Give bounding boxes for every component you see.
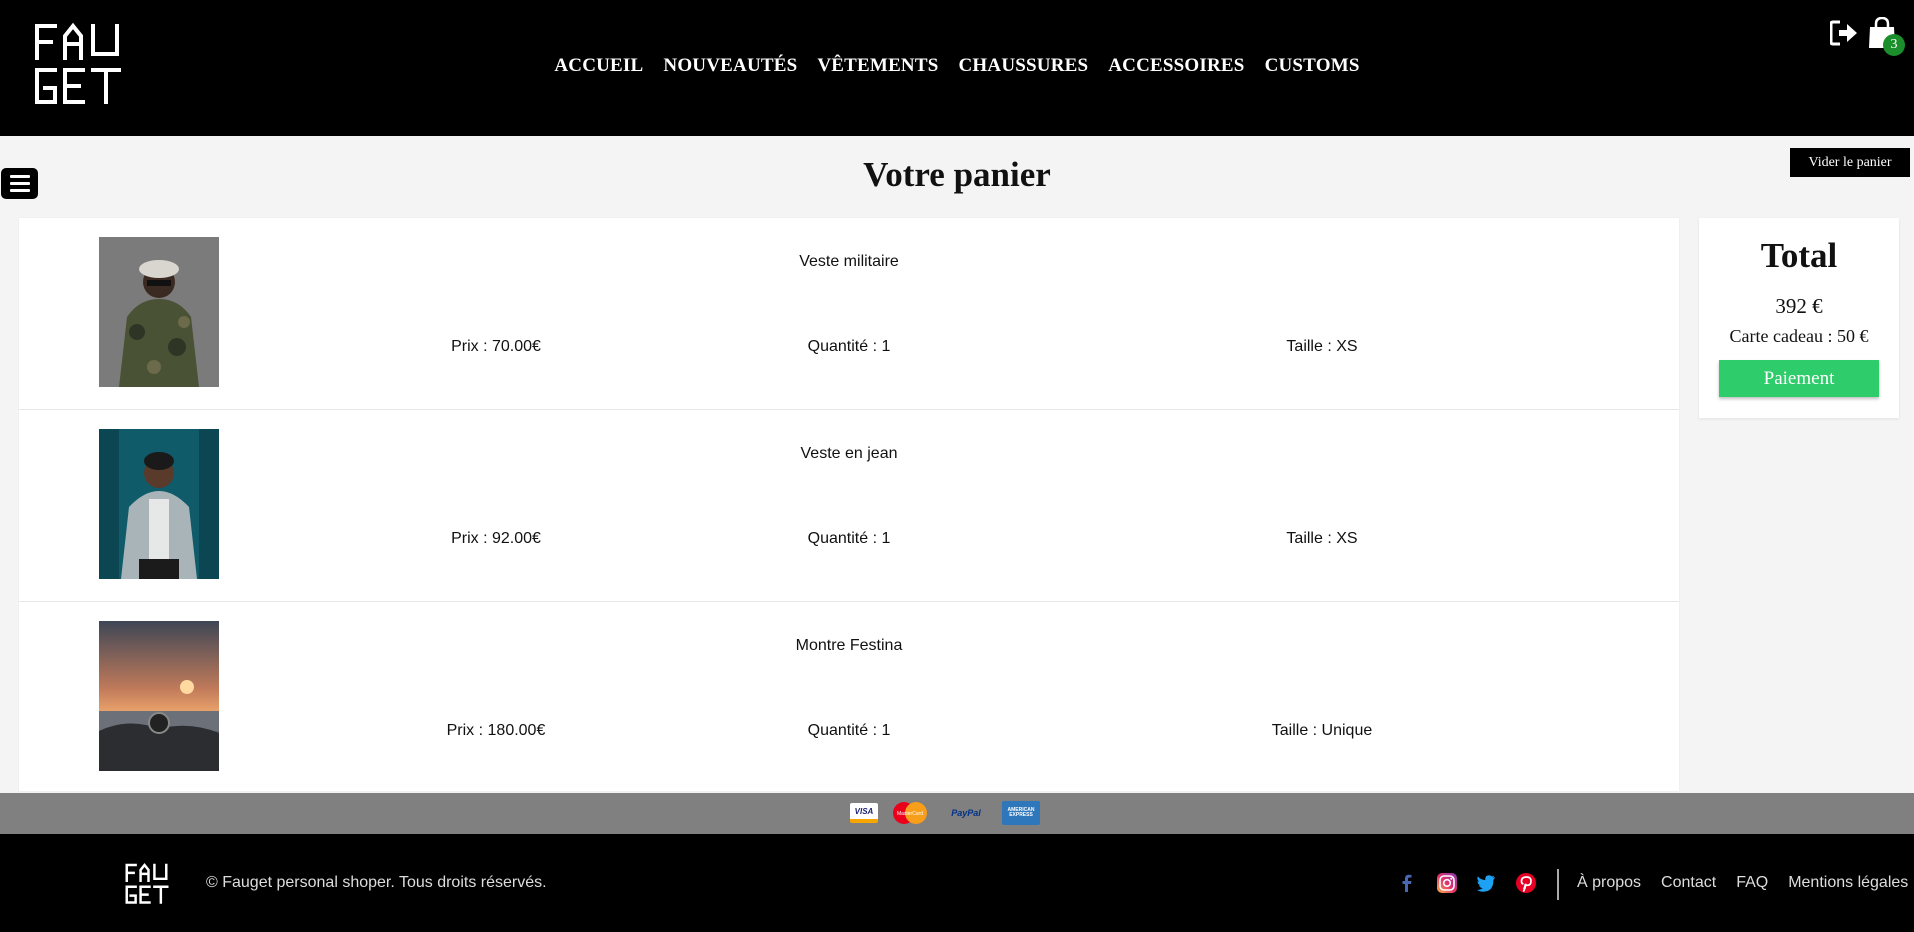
amex-icon: AMERICAN EXPRESS <box>1002 801 1040 825</box>
paypal-icon: PayPal <box>942 803 990 823</box>
nav-chaussures[interactable]: CHAUSSURES <box>959 55 1089 77</box>
product-price: Prix : 70.00€ <box>451 338 541 355</box>
cart-list: Veste militaire Prix : 70.00€ Quantité :… <box>19 218 1679 791</box>
total-amount: 392 € <box>1775 294 1823 318</box>
product-price: Prix : 180.00€ <box>446 722 546 739</box>
payment-methods-strip: VISA MasterCard PayPal AMERICAN EXPRESS <box>0 793 1914 834</box>
visa-label: VISA <box>854 806 874 816</box>
mastercard-icon: MasterCard <box>893 802 927 824</box>
footer-links: À propos Contact FAQ Mentions légales <box>1577 874 1908 892</box>
product-quantity: Quantité : 1 <box>807 722 891 739</box>
cart-item: Veste militaire Prix : 70.00€ Quantité :… <box>19 218 1679 410</box>
clear-cart-button[interactable]: Vider le panier <box>1790 148 1910 177</box>
product-name: Montre Festina <box>795 637 903 654</box>
product-size: Taille : XS <box>1286 530 1358 547</box>
cart-item: Veste en jean Prix : 92.00€ Quantité : 1… <box>19 410 1679 602</box>
cart-count-badge: 3 <box>1883 34 1905 56</box>
summary-title: Total <box>1760 236 1838 275</box>
cart-item: Montre Festina Prix : 180.00€ Quantité :… <box>19 602 1679 791</box>
nav-nouveautes[interactable]: NOUVEAUTÉS <box>663 55 797 77</box>
page-title: Votre panier <box>863 155 1051 194</box>
footer-link-mentions-legales[interactable]: Mentions légales <box>1788 874 1908 892</box>
footer-link-contact[interactable]: Contact <box>1661 874 1716 892</box>
fauget-footer-logo[interactable] <box>124 863 170 905</box>
facebook-icon[interactable] <box>1396 872 1418 894</box>
twitter-icon[interactable] <box>1475 872 1497 894</box>
product-price: Prix : 92.00€ <box>451 530 541 547</box>
copyright-text: © Fauget personal shoper. Tous droits ré… <box>206 874 547 891</box>
product-size: Taille : Unique <box>1271 722 1373 739</box>
pinterest-icon[interactable] <box>1515 872 1537 894</box>
product-quantity: Quantité : 1 <box>807 338 891 355</box>
product-name: Veste militaire <box>799 253 899 270</box>
main-nav: ACCUEIL NOUVEAUTÉS VÊTEMENTS CHAUSSURES … <box>0 55 1914 77</box>
nav-accessoires[interactable]: ACCESSOIRES <box>1108 55 1244 77</box>
footer-link-faq[interactable]: FAQ <box>1736 874 1768 892</box>
footer-link-a-propos[interactable]: À propos <box>1577 874 1641 892</box>
footer-divider <box>1557 869 1559 900</box>
mastercard-label: MasterCard <box>897 811 923 817</box>
visa-icon: VISA <box>850 803 878 823</box>
logout-icon[interactable] <box>1830 20 1858 46</box>
amex-label: AMERICAN EXPRESS <box>1007 807 1035 818</box>
product-quantity: Quantité : 1 <box>807 530 891 547</box>
checkout-button[interactable]: Paiement <box>1719 360 1879 397</box>
nav-vetements[interactable]: VÊTEMENTS <box>817 55 938 77</box>
product-name: Veste en jean <box>800 445 898 462</box>
gift-card-value: Carte cadeau : 50 € <box>1729 326 1869 346</box>
order-summary: Total 392 € Carte cadeau : 50 € Paiement <box>1699 218 1899 418</box>
product-size: Taille : XS <box>1286 338 1358 355</box>
site-header: ACCUEIL NOUVEAUTÉS VÊTEMENTS CHAUSSURES … <box>0 0 1914 136</box>
instagram-icon[interactable] <box>1436 872 1458 894</box>
paypal-label: PayPal <box>951 808 981 818</box>
site-footer: © Fauget personal shoper. Tous droits ré… <box>0 834 1914 932</box>
nav-customs[interactable]: CUSTOMS <box>1265 55 1360 77</box>
nav-accueil[interactable]: ACCUEIL <box>554 55 643 77</box>
